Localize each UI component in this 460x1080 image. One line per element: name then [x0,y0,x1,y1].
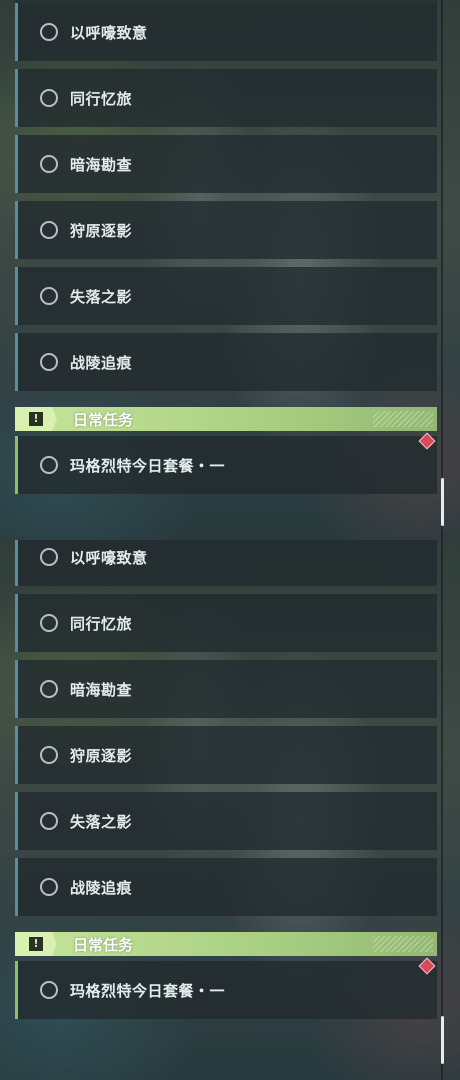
header-decoration [373,411,433,427]
quest-item[interactable]: 以呼嚎致意 [15,540,437,586]
daily-category-header[interactable]: ! 日常任务 [15,407,437,431]
quest-label: 玛格烈特今日套餐・一 [70,981,226,1000]
scrollbar-track[interactable] [441,0,443,540]
scrollbar-thumb[interactable] [441,478,444,526]
quest-item[interactable]: 战陵追痕 [15,333,437,391]
radio-circle-icon [40,287,58,305]
quest-label: 同行忆旅 [70,614,133,633]
radio-circle-icon [40,23,58,41]
radio-circle-icon [40,548,58,566]
quest-item[interactable]: 狩原逐影 [15,726,437,784]
radio-circle-icon [40,981,58,999]
quest-label: 狩原逐影 [70,746,133,765]
quest-label: 以呼嚎致意 [70,548,148,567]
exclamation-icon: ! [29,412,43,426]
category-title: 日常任务 [73,935,134,954]
quest-item[interactable]: 暗海勘查 [15,135,437,193]
quest-label: 同行忆旅 [70,89,133,108]
category-badge: ! [15,407,57,431]
quest-item[interactable]: 同行忆旅 [15,594,437,652]
quest-label: 玛格烈特今日套餐・一 [70,456,226,475]
quest-label: 暗海勘查 [70,680,133,699]
quest-item[interactable]: 失落之影 [15,792,437,850]
quest-label: 以呼嚎致意 [70,23,148,42]
radio-circle-icon [40,353,58,371]
quest-label: 暗海勘查 [70,155,133,174]
daily-quest-item[interactable]: 玛格烈特今日套餐・一 [15,436,437,494]
scrollbar-thumb[interactable] [441,1016,444,1064]
quest-item[interactable]: 以呼嚎致意 [15,3,437,61]
quest-item[interactable]: 同行忆旅 [15,69,437,127]
daily-quest-item[interactable]: 玛格烈特今日套餐・一 [15,961,437,1019]
radio-circle-icon [40,746,58,764]
daily-category-header[interactable]: ! 日常任务 [15,932,437,956]
quest-label: 战陵追痕 [70,353,133,372]
scrollbar-track[interactable] [441,540,443,1080]
header-decoration [373,936,433,952]
radio-circle-icon [40,89,58,107]
category-badge: ! [15,932,57,956]
quest-item[interactable]: 战陵追痕 [15,858,437,916]
quest-label: 失落之影 [70,287,133,306]
radio-circle-icon [40,878,58,896]
quest-label: 失落之影 [70,812,133,831]
radio-circle-icon [40,680,58,698]
radio-circle-icon [40,456,58,474]
quest-item[interactable]: 失落之影 [15,267,437,325]
quest-item[interactable]: 暗海勘查 [15,660,437,718]
category-title: 日常任务 [73,410,134,429]
radio-circle-icon [40,812,58,830]
radio-circle-icon [40,155,58,173]
quest-item[interactable]: 狩原逐影 [15,201,437,259]
quest-label: 战陵追痕 [70,878,133,897]
quest-panel-top: 以呼嚎致意 同行忆旅 暗海勘查 狩原逐影 失落之影 战陵追痕 ! 日常任务 玛格… [0,0,460,540]
quest-label: 狩原逐影 [70,221,133,240]
quest-panel-bottom: 以呼嚎致意 同行忆旅 暗海勘查 狩原逐影 失落之影 战陵追痕 ! 日常任务 玛格… [0,540,460,1080]
radio-circle-icon [40,614,58,632]
radio-circle-icon [40,221,58,239]
exclamation-icon: ! [29,937,43,951]
